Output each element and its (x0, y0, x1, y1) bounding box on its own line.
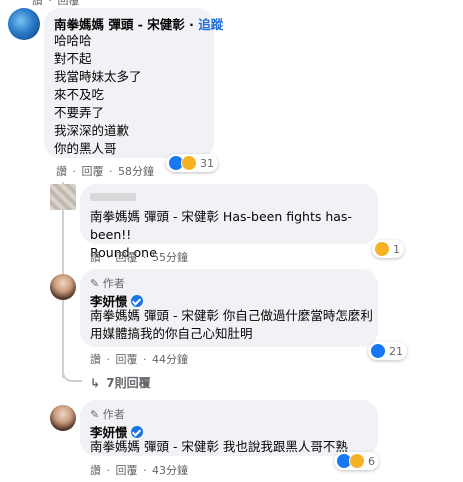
verified-icon (130, 426, 143, 438)
like-link[interactable]: 讚 (90, 251, 101, 264)
haha-icon (349, 453, 365, 469)
like-icon (370, 343, 386, 359)
like-link[interactable]: 讚 (90, 353, 101, 366)
comment-time[interactable]: 44分鐘 (152, 353, 188, 366)
reply-arrow-icon: ↳ (90, 376, 101, 390)
comment-time[interactable]: 43分鐘 (152, 464, 188, 477)
reaction-summary[interactable]: 21 (368, 342, 407, 360)
comment-bubble: 南拳媽媽 彈頭 - 宋健彰 · 追蹤 哈哈哈 對不起 我當時妹太多了 來不及吃 … (44, 8, 223, 158)
like-link[interactable]: 讚 (90, 464, 101, 477)
avatar[interactable] (8, 8, 40, 40)
haha-icon (181, 155, 197, 171)
reply-link[interactable]: 回覆 (116, 251, 138, 264)
avatar[interactable] (50, 274, 76, 300)
avatar[interactable] (50, 184, 76, 210)
reply-link[interactable]: 回覆 (58, 0, 80, 7)
haha-icon (374, 241, 390, 257)
comment-author[interactable]: 南拳媽媽 彈頭 - 宋健彰 (54, 17, 185, 32)
comment-time[interactable]: 58分鐘 (118, 165, 154, 178)
mention-link[interactable]: 南拳媽媽 彈頭 - 宋健彰 (90, 308, 219, 323)
comment-meta: 讚 · 回覆 · 44分鐘 (90, 353, 188, 366)
comment-bubble: ✎ 作者 李妍憬 南拳媽媽 彈頭 - 宋健彰 你自己做過什麼當時怎麼利 用媒體搞… (80, 269, 378, 347)
verified-icon (130, 295, 143, 307)
mention-link[interactable]: 南拳媽媽 彈頭 - 宋健彰 (90, 439, 219, 454)
avatar[interactable] (50, 405, 76, 431)
reaction-summary[interactable]: 1 (372, 240, 404, 258)
comment-bubble: ✎ 作者 李妍憬 南拳媽媽 彈頭 - 宋健彰 我也說我跟黑人哥不熟 (80, 400, 378, 456)
pencil-icon: ✎ (90, 277, 100, 290)
comment-meta: 讚 · 回覆 · 58分鐘 (56, 165, 154, 178)
reply-link[interactable]: 回覆 (116, 353, 138, 366)
follow-link[interactable]: 追蹤 (198, 17, 223, 32)
pencil-icon: ✎ (90, 408, 100, 421)
more-replies-link[interactable]: ↳ 7則回覆 (90, 374, 153, 391)
like-link[interactable]: 讚 (56, 165, 67, 178)
thread-curve (62, 366, 82, 382)
mention-link[interactable]: 南拳媽媽 彈頭 - 宋健彰 (90, 209, 219, 224)
reply-link[interactable]: 回覆 (82, 165, 104, 178)
comment-bubble: 南拳媽媽 彈頭 - 宋健彰 Has-been fights has-been!!… (80, 184, 378, 260)
prev-comment-meta: 讚 · 回覆 (32, 0, 82, 8)
comment-text: 南拳媽媽 彈頭 - 宋健彰 我也說我跟黑人哥不熟 (90, 439, 348, 454)
comment-text: 哈哈哈 對不起 我當時妹太多了 來不及吃 不要弄了 我深深的道歉 你的黑人哥 (54, 33, 142, 156)
reaction-summary[interactable]: 31 (166, 154, 218, 172)
like-link[interactable]: 讚 (32, 0, 43, 7)
blurred-name (90, 193, 136, 201)
comment-time[interactable]: 55分鐘 (152, 251, 188, 264)
author-badge: 作者 (102, 408, 125, 421)
author-badge: 作者 (102, 277, 125, 290)
reply-link[interactable]: 回覆 (116, 464, 138, 477)
comment-text: 南拳媽媽 彈頭 - 宋健彰 你自己做過什麼當時怎麼利 用媒體搞我的你自己心知肚明 (90, 308, 373, 341)
reaction-summary[interactable]: 6 (334, 452, 379, 470)
comment-meta: 讚 · 回覆 · 55分鐘 (90, 251, 188, 264)
comment-meta: 讚 · 回覆 · 43分鐘 (90, 464, 188, 477)
